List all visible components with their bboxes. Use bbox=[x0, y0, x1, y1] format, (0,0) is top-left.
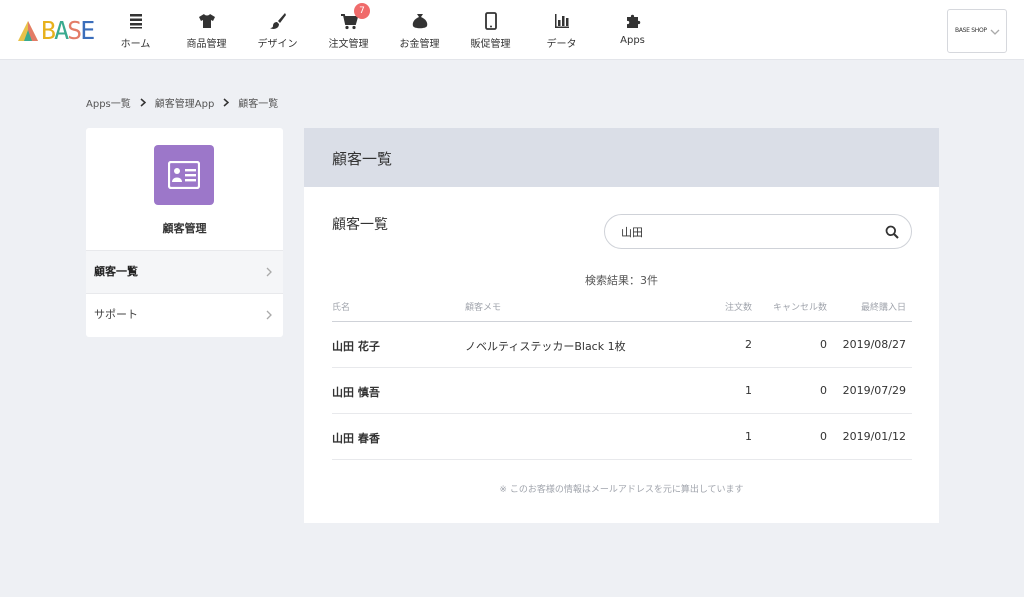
sidebar-item-label: サポート bbox=[94, 308, 138, 321]
shop-name: BASE SHOP bbox=[955, 27, 987, 34]
customer-name[interactable]: 山田 慎吾 bbox=[332, 384, 380, 400]
logo-text: BASE bbox=[41, 16, 95, 45]
chevron-down-icon bbox=[990, 29, 1000, 35]
main-nav: ホーム 商品管理 デザイン 7 注文管理 お金管理 販促管理 データ Apps bbox=[100, 0, 668, 60]
phone-icon bbox=[482, 12, 500, 30]
nav-label: お金管理 bbox=[399, 39, 440, 50]
order-count-badge: 7 bbox=[354, 3, 370, 19]
nav-label: 注文管理 bbox=[328, 39, 369, 50]
cancel-count: 0 bbox=[820, 338, 827, 351]
search-input[interactable] bbox=[621, 224, 871, 240]
column-header-cancels: キャンセル数 bbox=[772, 303, 827, 313]
breadcrumb-apps[interactable]: Apps一覧 bbox=[86, 95, 131, 110]
nav-item-promotion[interactable]: 販促管理 bbox=[455, 0, 526, 60]
column-header-name: 氏名 bbox=[332, 303, 351, 313]
chevron-right-icon bbox=[266, 310, 272, 320]
puzzle-icon bbox=[624, 12, 642, 30]
tshirt-icon bbox=[198, 12, 216, 30]
shop-switcher-button[interactable]: BASE SHOP bbox=[947, 9, 1007, 53]
footnote: ※ このお客様の情報はメールアドレスを元に算出しています bbox=[499, 485, 744, 495]
last-purchase-date: 2019/08/27 bbox=[842, 338, 906, 351]
chevron-right-icon bbox=[223, 98, 230, 107]
last-purchase-date: 2019/07/29 bbox=[842, 384, 906, 397]
order-count: 2 bbox=[745, 338, 752, 351]
nav-item-design[interactable]: デザイン bbox=[242, 0, 313, 60]
top-navigation-bar: BASE ホーム 商品管理 デザイン 7 注文管理 お金管理 販促管理 データ … bbox=[0, 0, 1024, 60]
nav-item-home[interactable]: ホーム bbox=[100, 0, 171, 60]
nav-item-orders[interactable]: 7 注文管理 bbox=[313, 0, 384, 60]
base-logo[interactable]: BASE bbox=[17, 16, 95, 46]
column-header-orders: 注文数 bbox=[724, 303, 752, 313]
app-name: 顧客管理 bbox=[162, 222, 207, 235]
search-box bbox=[604, 214, 912, 249]
table-row[interactable]: 山田 花子 ノベルティステッカーBlack 1枚 2 0 2019/08/27 bbox=[332, 322, 912, 368]
nav-label: ホーム bbox=[120, 39, 151, 50]
nav-item-data[interactable]: データ bbox=[526, 0, 597, 60]
table-header: 氏名 顧客メモ 注文数 キャンセル数 最終購入日 bbox=[332, 299, 912, 322]
search-result-count: 検索結果：3件 bbox=[585, 274, 658, 287]
nav-label: 販促管理 bbox=[470, 39, 511, 50]
chevron-right-icon bbox=[266, 267, 272, 277]
home-list-icon bbox=[127, 12, 145, 30]
customer-card-icon bbox=[154, 145, 214, 205]
nav-label: Apps bbox=[620, 35, 645, 46]
nav-item-apps[interactable]: Apps bbox=[597, 0, 668, 60]
order-count: 1 bbox=[745, 430, 752, 443]
tent-logo-icon bbox=[18, 21, 38, 41]
sidebar-item-support[interactable]: サポート bbox=[86, 293, 283, 336]
nav-item-products[interactable]: 商品管理 bbox=[171, 0, 242, 60]
column-header-memo: 顧客メモ bbox=[465, 303, 502, 313]
nav-label: データ bbox=[546, 39, 577, 50]
app-sidebar: 顧客管理 顧客一覧 サポート bbox=[86, 128, 283, 337]
breadcrumb: Apps一覧 顧客管理App 顧客一覧 bbox=[86, 95, 278, 110]
sidebar-item-customer-list[interactable]: 顧客一覧 bbox=[86, 250, 283, 293]
nav-item-money[interactable]: お金管理 bbox=[384, 0, 455, 60]
customer-name[interactable]: 山田 花子 bbox=[332, 338, 380, 354]
breadcrumb-current: 顧客一覧 bbox=[238, 99, 279, 110]
customer-memo: ノベルティステッカーBlack 1枚 bbox=[465, 340, 626, 353]
last-purchase-date: 2019/01/12 bbox=[842, 430, 906, 443]
brush-icon bbox=[269, 12, 287, 30]
search-icon[interactable] bbox=[885, 225, 899, 239]
breadcrumb-customer-app[interactable]: 顧客管理App bbox=[155, 95, 215, 110]
table-row[interactable]: 山田 慎吾 1 0 2019/07/29 bbox=[332, 368, 912, 414]
customer-name[interactable]: 山田 春香 bbox=[332, 430, 380, 446]
chevron-right-icon bbox=[140, 98, 146, 107]
section-title: 顧客一覧 bbox=[332, 217, 388, 233]
column-header-last-purchase: 最終購入日 bbox=[860, 303, 906, 313]
order-count: 1 bbox=[745, 384, 752, 397]
cancel-count: 0 bbox=[820, 384, 827, 397]
main-panel: 顧客一覧 顧客一覧 検索結果：3件 氏名 顧客メモ 注文数 キャンセル数 最終購… bbox=[304, 128, 939, 523]
table-row[interactable]: 山田 春香 1 0 2019/01/12 bbox=[332, 414, 912, 460]
bar-chart-icon bbox=[553, 12, 571, 30]
money-bag-icon bbox=[411, 12, 429, 30]
cancel-count: 0 bbox=[820, 430, 827, 443]
nav-label: デザイン bbox=[257, 39, 298, 50]
nav-label: 商品管理 bbox=[186, 39, 227, 50]
sidebar-item-label: 顧客一覧 bbox=[94, 265, 138, 278]
main-header: 顧客一覧 bbox=[304, 128, 939, 187]
page-title: 顧客一覧 bbox=[332, 150, 393, 168]
